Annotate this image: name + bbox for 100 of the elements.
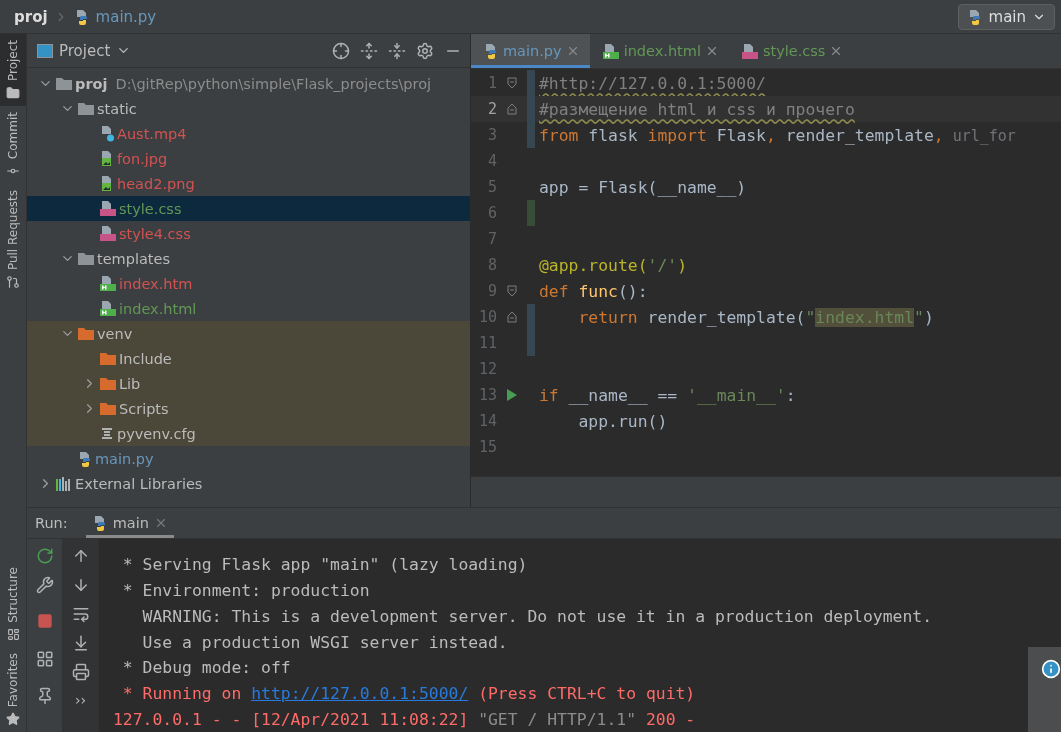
structure-icon [6,627,20,641]
css-file-icon [99,200,117,217]
line-number: 6 [486,204,497,222]
folder-icon [77,251,95,266]
tab-label: index.html [623,43,701,59]
tree-item[interactable]: main.py [27,446,470,471]
tree-item[interactable]: index.html [27,296,470,321]
tree-item[interactable]: External Libraries [27,471,470,496]
console-text: (Press CTRL+C to quit) [477,683,696,703]
tree-item[interactable]: static [27,96,470,121]
line-number: 10 [477,308,497,326]
file-name: head2.png [117,175,195,192]
line-number: 4 [486,152,497,170]
folder-icon [99,351,117,366]
run-icon[interactable] [506,388,518,402]
rerun-icon[interactable] [35,547,54,565]
file-name: Lib [119,375,141,392]
unknown-file-icon [99,125,115,142]
tool-window-tab[interactable]: Project [0,34,26,107]
code-line: def func(): [539,281,648,301]
console-line: 127.0.0.1 - - [12/Apr/2021 11:08:22] "GET / HTTP/1.1" 200 - [113,708,696,731]
css-file-icon [99,225,117,242]
tool-window-tab[interactable]: Commit [0,106,26,185]
code-line: app = Flask(__name__) [539,177,747,197]
file-name: Scripts [119,400,169,417]
fold-icon[interactable] [507,77,517,89]
breadcrumb-item[interactable]: proj [14,7,48,26]
file-name: venv [97,325,133,342]
file-name: External Libraries [75,475,203,492]
tree-item[interactable]: pyvenv.cfg [27,421,470,446]
tree-item[interactable]: Include [27,346,470,371]
tool-window-tab[interactable]: Favorites [0,646,26,732]
fold-icon[interactable] [507,285,517,297]
tree-item[interactable]: templates [27,246,470,271]
file-name: Include [119,350,172,367]
html-file-icon [99,300,117,317]
line-number: 15 [477,438,497,456]
wrench-icon[interactable] [35,576,54,594]
console-line: WARNING: This is a development server. Do not use it in a production deployment. [141,605,933,628]
python-file-icon [483,43,499,59]
tool-window-tab[interactable]: Pull Requests [0,184,26,296]
print-icon[interactable] [71,663,90,681]
folder-path: D:\gitRep\python\simple\Flask_projects\proj [115,75,432,92]
fold-icon[interactable] [507,103,517,115]
tree-item[interactable]: head2.png [27,171,470,196]
panel-title[interactable]: Project [59,41,111,60]
code-line: from flask import Flask, render_template, url_for [539,125,1016,145]
soft-wrap-icon[interactable] [71,605,90,623]
more-button[interactable]: ›› [74,692,87,708]
libraries-icon [55,475,73,492]
folder-icon [99,401,117,416]
tree-item[interactable]: venv [27,321,470,346]
line-number: 2 [486,100,497,118]
line-number: 1 [486,74,497,92]
tool-window-tab[interactable]: Structure [0,560,26,647]
css-file-icon [740,42,759,60]
editor-tab[interactable]: index.html [589,34,729,68]
tree-item[interactable]: style.css [27,196,470,221]
star-icon [6,712,20,726]
file-name: index.htm [119,275,193,292]
tree-item[interactable]: index.htm [27,271,470,296]
tab-label: style.css [762,43,826,59]
file-name: static [97,100,137,117]
tree-item[interactable]: proj D:\gitRep\python\simple\Flask_projects\proj [27,71,470,96]
folder-icon [55,76,73,91]
file-name: templates [97,250,170,267]
stop-icon[interactable] [36,613,53,629]
line-number: 14 [477,412,497,430]
file-name: proj [75,75,108,92]
notification-balloon[interactable] [1028,647,1061,732]
layout-icon[interactable] [35,650,54,668]
line-number: 5 [486,178,497,196]
editor-tab[interactable]: main.py [471,34,590,68]
tree-item[interactable]: Aust.mp4 [27,121,470,146]
html-file-icon [99,275,117,292]
breadcrumb-item[interactable]: main.py [95,7,157,26]
code-line: app.run() [577,411,668,431]
folder-icon [77,326,95,341]
pull-request-icon [6,275,20,290]
config-file-icon [99,425,115,442]
console-line: * Serving Flask app "main" (lazy loading) [121,554,528,577]
console-line: * Environment: production [121,580,370,603]
editor-tab[interactable]: style.css [728,34,854,68]
tree-item[interactable]: style4.css [27,221,470,246]
line-number: 13 [477,386,497,404]
folder-icon [77,101,95,116]
line-number: 3 [486,126,497,144]
tree-item[interactable]: Scripts [27,396,470,421]
file-name: fon.jpg [117,150,168,167]
run-configuration-dropdown[interactable]: main [957,3,1055,30]
file-name: pyvenv.cfg [117,425,196,442]
line-number: 8 [486,256,497,274]
file-name: main.py [95,450,154,467]
run-tab[interactable]: main [85,508,174,538]
fold-icon[interactable] [507,311,517,323]
info-icon [1041,659,1061,679]
tree-item[interactable]: fon.jpg [27,146,470,171]
console-link[interactable]: http://127.0.0.1:5000/ [251,683,469,703]
code-line: #http://127.0.0.1:5000/ [539,73,766,93]
tree-item[interactable]: Lib [27,371,470,396]
